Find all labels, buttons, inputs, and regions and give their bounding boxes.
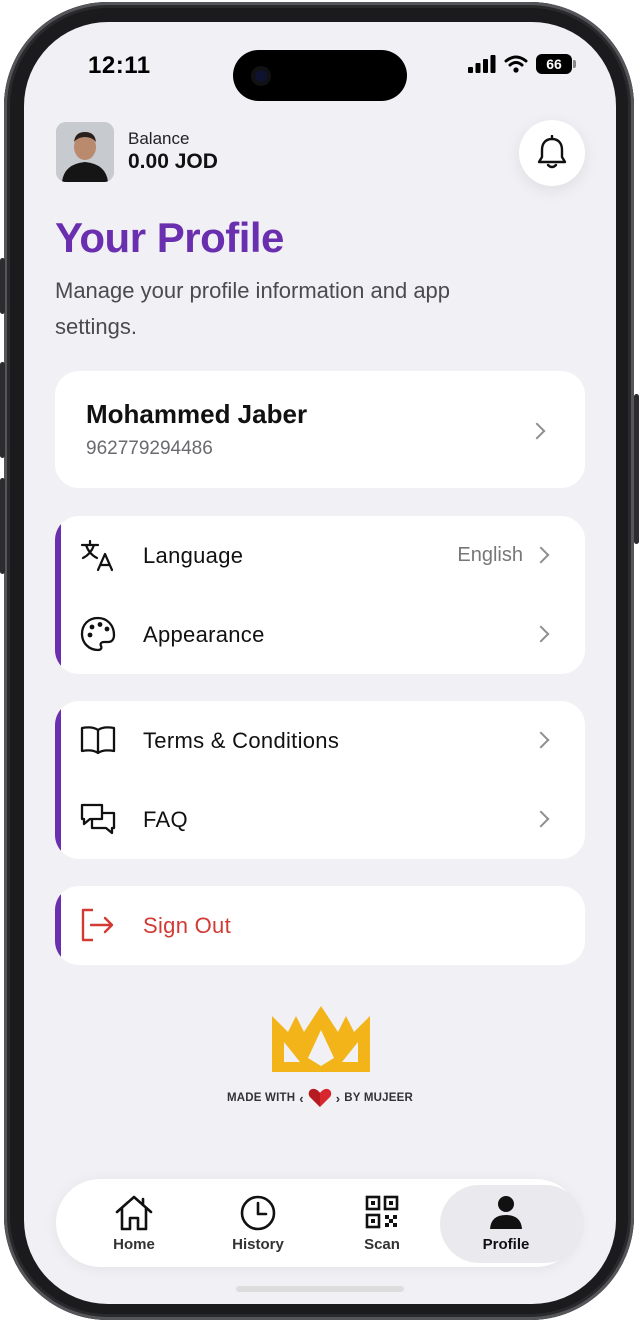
by-mujeer-text: BY MUJEER bbox=[344, 1092, 413, 1104]
status-time: 12:11 bbox=[88, 52, 151, 79]
tab-scan[interactable]: Scan bbox=[320, 1179, 444, 1267]
made-with-credit: MADE WITH ‹ › BY MUJEER bbox=[222, 1088, 418, 1108]
sign-out-label: Sign Out bbox=[143, 913, 232, 938]
camera-icon bbox=[251, 66, 271, 86]
user-card[interactable]: Mohammed Jaber 962779294486 bbox=[55, 371, 585, 488]
chevron-right-icon bbox=[532, 810, 550, 828]
clock-icon bbox=[240, 1195, 276, 1231]
made-with-text: MADE WITH bbox=[227, 1092, 296, 1104]
tab-label: History bbox=[232, 1236, 284, 1253]
sign-out-button[interactable]: Sign Out bbox=[55, 886, 585, 965]
user-name: Mohammed Jaber bbox=[86, 399, 308, 429]
chevron-right-icon bbox=[532, 731, 550, 749]
mujeer-logo bbox=[272, 1006, 370, 1072]
side-button bbox=[0, 478, 5, 574]
side-button bbox=[634, 394, 639, 544]
info-card: Terms & Conditions FAQ bbox=[55, 701, 585, 859]
language-row[interactable]: Language English bbox=[55, 516, 585, 595]
language-value: English bbox=[457, 544, 523, 566]
side-button bbox=[0, 362, 5, 458]
wifi-icon bbox=[504, 55, 528, 73]
code-bracket-right-icon: › bbox=[335, 1090, 341, 1106]
user-phone: 962779294486 bbox=[86, 438, 213, 459]
chat-bubbles-icon bbox=[80, 803, 116, 835]
settings-card: Language English Appearance bbox=[55, 516, 585, 674]
terms-row[interactable]: Terms & Conditions bbox=[55, 701, 585, 780]
notifications-button[interactable] bbox=[519, 120, 585, 186]
app-screen: 12:11 66 Balance 0.00 JOD Your Profile M… bbox=[24, 22, 616, 1304]
side-button bbox=[0, 258, 5, 314]
page-title: Your Profile bbox=[55, 214, 284, 261]
tab-profile[interactable]: Profile bbox=[440, 1179, 584, 1267]
code-bracket-left-icon: ‹ bbox=[299, 1090, 304, 1106]
chevron-right-icon bbox=[532, 546, 550, 564]
bell-icon bbox=[537, 135, 567, 169]
tab-label: Home bbox=[113, 1236, 155, 1253]
appearance-label: Appearance bbox=[143, 622, 265, 647]
qr-code-icon bbox=[365, 1195, 399, 1229]
home-indicator bbox=[236, 1286, 404, 1292]
language-label: Language bbox=[143, 543, 244, 568]
bottom-tab-bar: Home History Scan Profile bbox=[56, 1179, 584, 1267]
person-icon bbox=[490, 1196, 522, 1229]
sign-out-icon bbox=[81, 908, 114, 942]
status-icons: 66 bbox=[468, 54, 576, 74]
translate-icon bbox=[80, 539, 114, 572]
faq-label: FAQ bbox=[143, 807, 188, 832]
book-icon bbox=[80, 726, 116, 755]
sign-out-card: Sign Out bbox=[55, 886, 585, 965]
faq-row[interactable]: FAQ bbox=[55, 780, 585, 859]
home-icon bbox=[115, 1195, 153, 1231]
avatar[interactable] bbox=[56, 122, 114, 182]
chevron-right-icon bbox=[528, 422, 546, 440]
battery-icon: 66 bbox=[536, 54, 576, 74]
profile-photo bbox=[56, 122, 114, 182]
dynamic-island bbox=[233, 50, 407, 101]
page-subtitle: Manage your profile information and app … bbox=[55, 278, 451, 339]
palette-icon bbox=[80, 616, 116, 652]
tab-home[interactable]: Home bbox=[72, 1179, 196, 1267]
signal-icon bbox=[468, 55, 496, 73]
tab-label: Scan bbox=[364, 1236, 400, 1253]
terms-label: Terms & Conditions bbox=[143, 728, 340, 753]
balance-label: Balance bbox=[128, 129, 190, 148]
tab-label: Profile bbox=[482, 1236, 530, 1253]
heart-icon bbox=[308, 1088, 331, 1107]
balance-value: 0.00 JOD bbox=[128, 150, 218, 173]
chevron-right-icon bbox=[532, 625, 550, 643]
tab-history[interactable]: History bbox=[196, 1179, 320, 1267]
appearance-row[interactable]: Appearance bbox=[55, 595, 585, 674]
